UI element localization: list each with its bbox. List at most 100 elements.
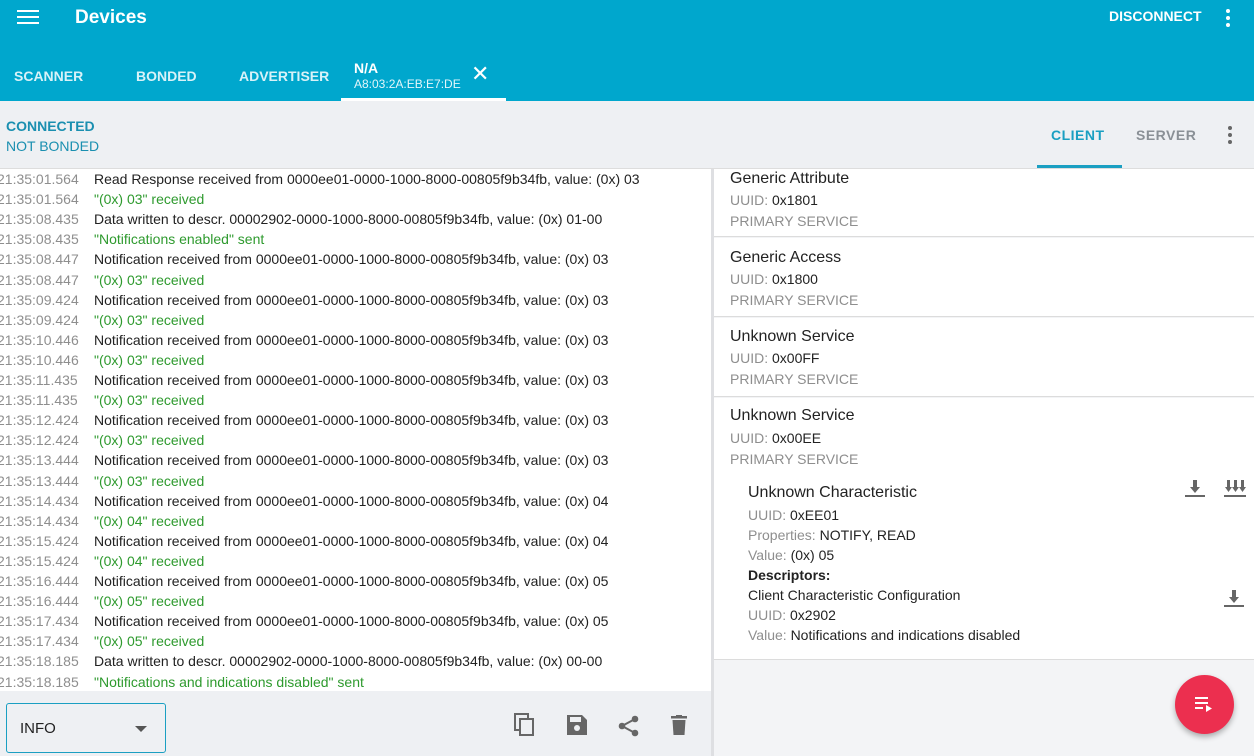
log-time: 21:35:14.434 [0,512,79,529]
log-time: 21:35:17.434 [0,633,79,650]
log-time: 21:35:11.435 [0,392,78,409]
log-time: 21:35:01.564 [0,191,79,208]
log-time: 21:35:08.435 [0,211,79,228]
disconnect-button[interactable]: DISCONNECT [1109,8,1202,24]
descriptors-heading: Descriptors: [748,567,831,583]
log-time: 21:35:12.424 [0,412,79,429]
more-options-icon[interactable] [1228,126,1232,144]
service-name: Unknown Service [730,407,855,424]
tab-scanner[interactable]: SCANNER [14,68,83,84]
log-message: "(0x) 03" received [94,271,205,288]
app-bar: Devices DISCONNECT SCANNER BONDED ADVERT… [0,0,1254,101]
dropdown-arrow-icon [135,726,147,732]
log-entry: 21:35:13.444 Notification received from 0… [0,452,608,472]
hamburger-menu-icon[interactable] [17,8,39,26]
characteristic-value: Value: (0x) 05 [748,547,835,563]
log-entry: 21:35:10.446 "(0x) 03" received [0,352,204,372]
service-uuid: UUID: 0x1800 [730,271,818,287]
log-message: Data written to descr. 00002902-0000-100… [94,653,603,670]
log-time: 21:35:13.444 [0,472,79,489]
copy-icon[interactable] [514,713,536,743]
log-message: Notification received from 0000ee01-0000… [94,372,609,388]
log-message: "Notifications enabled" sent [94,231,265,248]
log-time: 21:35:12.424 [0,432,79,449]
log-time: 21:35:15.424 [0,532,79,549]
service-type: PRIMARY SERVICE [730,213,859,229]
enable-notifications-icon[interactable] [1224,478,1246,503]
log-entry: 21:35:09.424 "(0x) 03" received [0,312,204,332]
log-message: "(0x) 05" received [94,593,205,610]
log-time: 21:35:13.444 [0,452,79,469]
save-icon[interactable] [567,715,587,741]
log-level-value: INFO [20,720,56,737]
log-entry: 21:35:18.185 Data written to descr. 00002… [0,653,602,673]
connection-header: CONNECTED NOT BONDED CLIENT SERVER [0,101,1254,169]
delete-icon[interactable] [671,715,687,741]
descriptor-uuid: UUID: 0x2902 [748,607,836,623]
close-tab-icon[interactable]: ✕ [471,63,489,85]
service-item-expanded[interactable]: Unknown Service UUID: 0x00EE PRIMARY SER… [714,398,1254,660]
log-message: Notification received from 0000ee01-0000… [94,452,609,469]
log-time: 21:35:01.564 [0,171,79,187]
device-name: N/A [354,60,379,76]
characteristic-name: Unknown Characteristic [748,484,917,501]
service-item[interactable]: Generic Access UUID: 0x1800 PRIMARY SERV… [714,238,1254,317]
service-uuid: UUID: 0x00FF [730,350,820,366]
log-message: Notification received from 0000ee01-0000… [94,532,609,549]
tab-server[interactable]: SERVER [1136,127,1196,143]
descriptor-name: Client Characteristic Configuration [748,587,961,603]
log-list[interactable]: 21:35:01.564 Read Response received from … [0,169,711,691]
overflow-menu-icon[interactable] [1226,9,1230,27]
log-message: "(0x) 03" received [94,311,205,328]
log-entry: 21:35:01.564 "(0x) 03" received [0,191,204,211]
service-uuid: UUID: 0x1801 [730,192,818,208]
log-time: 21:35:15.424 [0,552,79,569]
tab-client[interactable]: CLIENT [1051,127,1105,143]
log-time: 21:35:16.444 [0,593,79,610]
show-log-fab[interactable] [1175,675,1234,734]
log-entry: 21:35:11.435 "(0x) 03" received [0,392,204,412]
characteristic-uuid: UUID: 0xEE01 [748,507,840,523]
log-time: 21:35:09.424 [0,311,79,328]
log-time: 21:35:18.185 [0,653,79,670]
log-entry: 21:35:14.434 Notification received from 0… [0,493,608,513]
log-message: Notification received from 0000ee01-0000… [94,573,609,589]
log-entry: 21:35:12.424 "(0x) 03" received [0,432,204,452]
log-entry: 21:35:10.446 Notification received from 0… [0,332,608,352]
device-address: A8:03:2A:EB:E7:DE [354,77,461,91]
log-entry: 21:35:15.424 "(0x) 04" received [0,553,204,573]
log-time: 21:35:18.185 [0,673,79,690]
share-icon[interactable] [618,715,640,743]
log-entry: 21:35:09.424 Notification received from 0… [0,292,608,312]
log-entry: 21:35:08.447 "(0x) 03" received [0,272,204,292]
read-characteristic-icon[interactable] [1185,478,1205,503]
log-entry: 21:35:12.424 Notification received from 0… [0,412,608,432]
log-time: 21:35:17.434 [0,613,79,630]
service-type: PRIMARY SERVICE [730,451,859,467]
log-message: "(0x) 04" received [94,552,205,569]
log-entry: 21:35:18.185 "Notifications and indicatio… [0,674,364,692]
log-entry: 21:35:16.444 Notification received from 0… [0,573,608,593]
service-item[interactable]: Generic Attribute UUID: 0x1801 PRIMARY S… [714,169,1254,237]
log-message: "(0x) 03" received [94,351,205,368]
bond-status: NOT BONDED [6,138,100,154]
log-message: "(0x) 03" received [94,432,205,449]
services-panel[interactable]: Generic Attribute UUID: 0x1801 PRIMARY S… [714,169,1254,756]
log-time: 21:35:09.424 [0,291,79,308]
service-item[interactable]: Unknown Service UUID: 0x00FF PRIMARY SER… [714,318,1254,397]
log-time: 21:35:14.434 [0,492,79,509]
log-time: 21:35:10.446 [0,351,79,368]
tab-bonded[interactable]: BONDED [136,68,197,84]
log-time: 21:35:08.447 [0,271,79,288]
service-name: Generic Access [730,249,842,266]
log-entry: 21:35:08.447 Notification received from 0… [0,251,608,271]
log-message: "(0x) 03" received [94,392,205,409]
log-entry: 21:35:17.434 Notification received from 0… [0,613,608,633]
log-level-select[interactable]: INFO [6,703,166,753]
read-descriptor-icon[interactable] [1224,588,1244,613]
tab-advertiser[interactable]: ADVERTISER [239,68,329,84]
tab-device[interactable]: N/A A8:03:2A:EB:E7:DE ✕ [341,58,506,101]
log-time: 21:35:16.444 [0,573,79,589]
active-tab-indicator [1037,165,1122,168]
log-time: 21:35:10.446 [0,331,79,348]
